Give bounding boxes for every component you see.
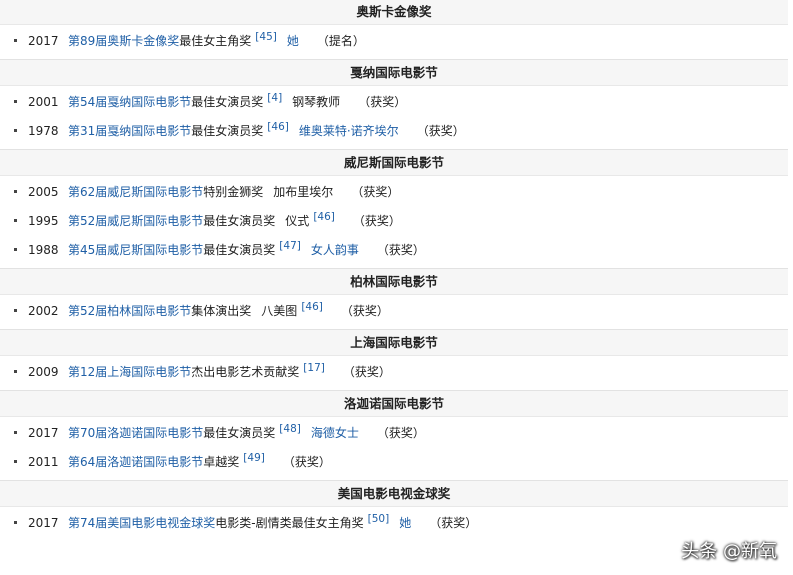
film-title: 仪式 bbox=[285, 214, 310, 228]
award-name: 卓越奖 bbox=[203, 455, 240, 469]
award-row: 2017 第74届美国电影电视金球奖电影类-剧情类最佳女主角奖 [50] 她 （获奖） bbox=[0, 509, 788, 538]
watermark: 头条 @新氧 bbox=[681, 541, 777, 562]
section-header: 威尼斯国际电影节 bbox=[0, 149, 788, 176]
award-name: 最佳女演员奖 bbox=[203, 214, 276, 228]
film-title[interactable]: 海德女士 bbox=[311, 426, 359, 440]
film-title[interactable]: 女人韵事 bbox=[311, 243, 359, 257]
award-row: 1995 第52届威尼斯国际电影节最佳女演员奖 仪式 [46] （获奖） bbox=[0, 207, 788, 236]
bullet-icon bbox=[14, 370, 17, 373]
award-year: 2005 bbox=[28, 185, 59, 199]
reference-link[interactable]: [46] bbox=[301, 301, 323, 313]
festival-link[interactable]: 第89届奥斯卡金像奖 bbox=[68, 34, 179, 48]
festival-link[interactable]: 第52届柏林国际电影节 bbox=[68, 304, 191, 318]
film-title[interactable]: 她 bbox=[399, 516, 411, 530]
award-name: 最佳女演员奖 bbox=[191, 124, 264, 138]
award-name: 特别金狮奖 bbox=[203, 185, 264, 199]
festival-link[interactable]: 第70届洛迦诺国际电影节 bbox=[68, 426, 203, 440]
reference-link[interactable]: [46] bbox=[313, 211, 335, 223]
award-result: （获奖） bbox=[351, 185, 400, 199]
award-year: 1988 bbox=[28, 243, 59, 257]
film-title: 钢琴教师 bbox=[292, 95, 341, 109]
award-result: （获奖） bbox=[352, 214, 401, 228]
award-row: 1978 第31届戛纳国际电影节最佳女演员奖 [46] 维奥莱特·诺齐埃尔 （获奖） bbox=[0, 117, 788, 146]
award-row: 2002 第52届柏林国际电影节集体演出奖 八美图 [46] （获奖） bbox=[0, 297, 788, 326]
reference-link[interactable]: [17] bbox=[303, 362, 325, 374]
award-result: （获奖） bbox=[282, 455, 331, 469]
section-header: 上海国际电影节 bbox=[0, 329, 788, 356]
bullet-icon bbox=[14, 431, 17, 434]
reference-link[interactable]: [45] bbox=[255, 31, 277, 43]
award-result: （提名） bbox=[316, 34, 365, 48]
festival-link[interactable]: 第12届上海国际电影节 bbox=[68, 365, 191, 379]
festival-link[interactable]: 第54届戛纳国际电影节 bbox=[68, 95, 191, 109]
bullet-icon bbox=[14, 39, 17, 42]
bullet-icon bbox=[14, 309, 17, 312]
award-result: （获奖） bbox=[358, 95, 407, 109]
award-row: 2017 第70届洛迦诺国际电影节最佳女演员奖 [48] 海德女士 （获奖） bbox=[0, 419, 788, 448]
section-header: 戛纳国际电影节 bbox=[0, 59, 788, 86]
award-row: 1988 第45届威尼斯国际电影节最佳女演员奖 [47] 女人韵事 （获奖） bbox=[0, 236, 788, 265]
award-year: 2001 bbox=[28, 95, 59, 109]
reference-link[interactable]: [48] bbox=[279, 423, 301, 435]
award-row: 2009 第12届上海国际电影节杰出电影艺术贡献奖 [17] （获奖） bbox=[0, 358, 788, 387]
festival-link[interactable]: 第31届戛纳国际电影节 bbox=[68, 124, 191, 138]
section-header: 柏林国际电影节 bbox=[0, 268, 788, 295]
bullet-icon bbox=[14, 521, 17, 524]
festival-link[interactable]: 第45届威尼斯国际电影节 bbox=[68, 243, 203, 257]
bullet-icon bbox=[14, 460, 17, 463]
award-row: 2011 第64届洛迦诺国际电影节卓越奖 [49] （获奖） bbox=[0, 448, 788, 477]
award-name: 最佳女演员奖 bbox=[203, 243, 276, 257]
award-result: （获奖） bbox=[376, 426, 425, 440]
section-header: 奥斯卡金像奖 bbox=[0, 0, 788, 25]
festival-link[interactable]: 第62届威尼斯国际电影节 bbox=[68, 185, 203, 199]
festival-link[interactable]: 第74届美国电影电视金球奖 bbox=[68, 516, 215, 530]
bullet-icon bbox=[14, 100, 17, 103]
bullet-icon bbox=[14, 190, 17, 193]
award-name: 最佳女演员奖 bbox=[203, 426, 276, 440]
film-title[interactable]: 她 bbox=[287, 34, 299, 48]
section-header: 洛迦诺国际电影节 bbox=[0, 390, 788, 417]
festival-link[interactable]: 第52届威尼斯国际电影节 bbox=[68, 214, 203, 228]
award-year: 2002 bbox=[28, 304, 59, 318]
award-year: 1978 bbox=[28, 124, 59, 138]
award-row: 2017 第89届奥斯卡金像奖最佳女主角奖 [45] 她 （提名） bbox=[0, 27, 788, 56]
section-header: 美国电影电视金球奖 bbox=[0, 480, 788, 507]
awards-list: 奥斯卡金像奖 2017 第89届奥斯卡金像奖最佳女主角奖 [45] 她 （提名） 戛纳国际电… bbox=[0, 0, 788, 575]
award-name: 电影类-剧情类最佳女主角奖 bbox=[215, 516, 364, 530]
award-year: 2017 bbox=[28, 516, 59, 530]
bullet-icon bbox=[14, 129, 17, 132]
award-name: 最佳女演员奖 bbox=[191, 95, 264, 109]
award-year: 2009 bbox=[28, 365, 59, 379]
award-name: 集体演出奖 bbox=[191, 304, 252, 318]
festival-link[interactable]: 第64届洛迦诺国际电影节 bbox=[68, 455, 203, 469]
reference-link[interactable]: [47] bbox=[279, 240, 301, 252]
award-year: 2017 bbox=[28, 426, 59, 440]
bullet-icon bbox=[14, 248, 17, 251]
award-result: （获奖） bbox=[342, 365, 391, 379]
reference-link[interactable]: [50] bbox=[368, 513, 390, 525]
reference-link[interactable]: [4] bbox=[267, 92, 282, 104]
reference-link[interactable]: [49] bbox=[243, 452, 265, 464]
film-title[interactable]: 维奥莱特·诺齐埃尔 bbox=[299, 124, 399, 138]
award-name: 杰出电影艺术贡献奖 bbox=[191, 365, 300, 379]
film-title: 加布里埃尔 bbox=[273, 185, 334, 199]
film-title: 八美图 bbox=[261, 304, 298, 318]
award-row: 2001 第54届戛纳国际电影节最佳女演员奖 [4] 钢琴教师 （获奖） bbox=[0, 88, 788, 117]
award-result: （获奖） bbox=[376, 243, 425, 257]
award-year: 2017 bbox=[28, 34, 59, 48]
award-row: 2005 第62届威尼斯国际电影节特别金狮奖 加布里埃尔 （获奖） bbox=[0, 178, 788, 207]
award-year: 2011 bbox=[28, 455, 59, 469]
award-result: （获奖） bbox=[429, 516, 478, 530]
award-year: 1995 bbox=[28, 214, 59, 228]
reference-link[interactable]: [46] bbox=[267, 121, 289, 133]
award-result: （获奖） bbox=[416, 124, 465, 138]
award-name: 最佳女主角奖 bbox=[179, 34, 252, 48]
award-result: （获奖） bbox=[340, 304, 389, 318]
bullet-icon bbox=[14, 219, 17, 222]
